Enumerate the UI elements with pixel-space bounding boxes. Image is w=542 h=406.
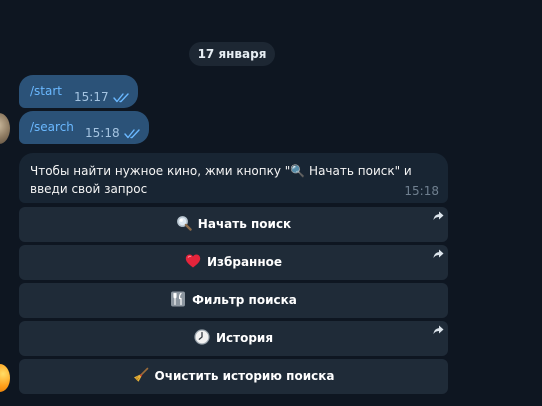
share-arrow-icon <box>433 325 444 334</box>
incoming-message[interactable]: Чтобы найти нужное кино, жми кнопку "🔍 Н… <box>19 153 448 203</box>
button-label: История <box>215 331 274 345</box>
message-time: 15:18 <box>404 184 439 198</box>
magnifier-icon <box>176 216 192 231</box>
date-separator: 17 января <box>189 42 275 66</box>
button-label: Фильтр поиска <box>192 293 297 307</box>
avatar[interactable] <box>0 113 10 144</box>
heart-icon <box>185 254 201 268</box>
share-arrow-icon <box>433 211 444 220</box>
command-text[interactable]: /start <box>30 84 62 98</box>
fork-knife-icon <box>171 291 186 307</box>
message-text: Чтобы найти нужное кино, жми кнопку "🔍 Н… <box>30 164 416 196</box>
favorites-button[interactable]: Избранное <box>19 245 448 280</box>
clock-icon <box>194 329 210 345</box>
outgoing-message[interactable]: /start 15:17 <box>19 75 138 108</box>
double-check-icon <box>124 129 140 139</box>
start-search-button[interactable]: Начать поиск <box>19 207 448 242</box>
history-button[interactable]: История <box>19 321 448 356</box>
message-time: 15:17 <box>74 90 109 104</box>
button-label: Избранное <box>206 255 283 269</box>
message-time: 15:18 <box>85 126 120 140</box>
share-arrow-icon <box>433 249 444 258</box>
broom-icon <box>133 367 148 382</box>
button-label: Начать поиск <box>197 217 292 231</box>
button-label: Очистить историю поиска <box>154 369 335 383</box>
command-text[interactable]: /search <box>30 120 74 134</box>
bot-avatar[interactable] <box>0 364 10 392</box>
clear-history-button[interactable]: Очистить историю поиска <box>19 359 448 394</box>
double-check-icon <box>113 93 129 103</box>
outgoing-message[interactable]: /search 15:18 <box>19 111 149 144</box>
search-filter-button[interactable]: Фильтр поиска <box>19 283 448 318</box>
